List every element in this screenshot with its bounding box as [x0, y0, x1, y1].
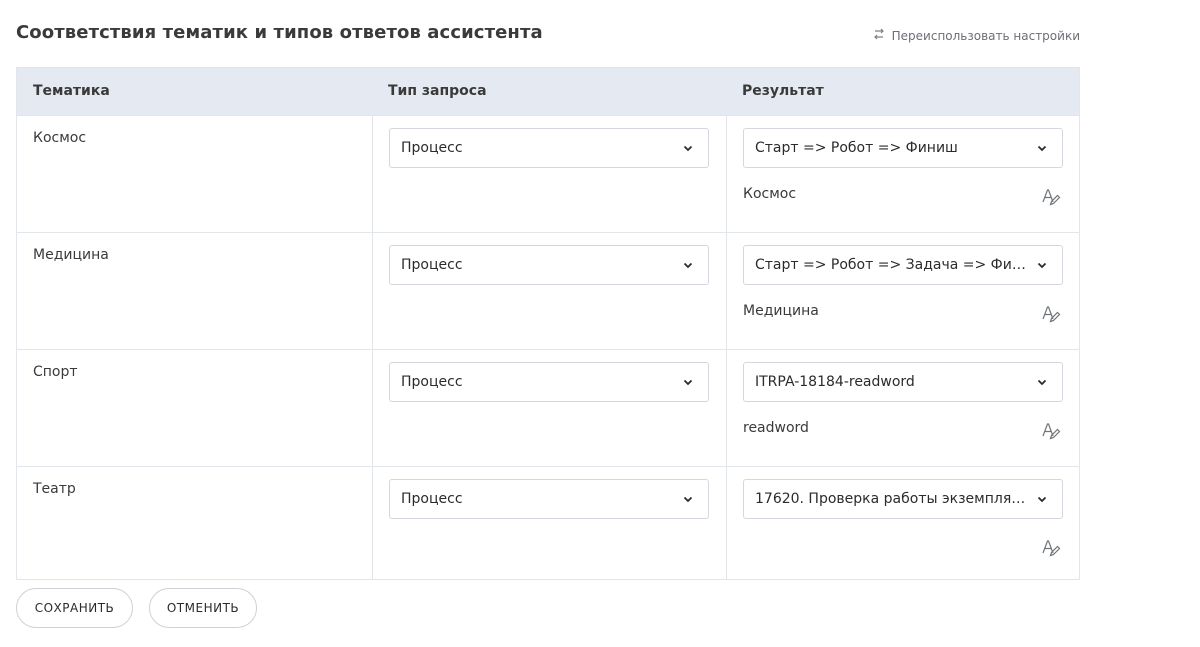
result-select[interactable]: ITRPA-18184-readword: [743, 362, 1063, 402]
result-value: Старт => Робот => Финиш: [755, 140, 958, 156]
result-select[interactable]: Старт => Робот => Задача => Финиш => IT: [743, 245, 1063, 285]
request-type-value: Процесс: [401, 140, 463, 156]
request-type-select[interactable]: Процесс: [389, 362, 709, 402]
chevron-down-icon: [683, 262, 693, 269]
table-row: Космос Процесс Старт => Робот => Финиш К…: [17, 115, 1079, 232]
text-edit-icon[interactable]: [1041, 304, 1061, 324]
chevron-down-icon: [1037, 379, 1047, 386]
table-header: Тематика Тип запроса Результат: [17, 68, 1079, 115]
text-edit-icon[interactable]: [1041, 538, 1061, 558]
topic-cell: Спорт: [33, 364, 78, 380]
request-type-select[interactable]: Процесс: [389, 479, 709, 519]
table-row: Театр Процесс 17620. Проверка работы экз…: [17, 466, 1079, 579]
result-select[interactable]: 17620. Проверка работы экземпляров: [743, 479, 1063, 519]
chevron-down-icon: [1037, 496, 1047, 503]
reuse-settings-link[interactable]: Переиспользовать настройки: [872, 27, 1080, 44]
chevron-down-icon: [1037, 145, 1047, 152]
topic-cell: Космос: [33, 130, 87, 146]
request-type-value: Процесс: [401, 374, 463, 390]
result-label: Медицина: [743, 303, 819, 319]
column-header-topic: Тематика: [33, 83, 110, 99]
column-header-request-type: Тип запроса: [388, 83, 487, 99]
topic-cell: Театр: [33, 481, 76, 497]
chevron-down-icon: [683, 145, 693, 152]
result-value: 17620. Проверка работы экземпляров: [755, 491, 1026, 507]
mapping-table: Тематика Тип запроса Результат Космос Пр…: [16, 67, 1080, 580]
result-label: readword: [743, 420, 809, 436]
table-row: Медицина Процесс Старт => Робот => Задач…: [17, 232, 1079, 349]
request-type-value: Процесс: [401, 491, 463, 507]
result-select[interactable]: Старт => Робот => Финиш: [743, 128, 1063, 168]
cancel-button[interactable]: ОТМЕНИТЬ: [149, 588, 257, 628]
chevron-down-icon: [683, 379, 693, 386]
request-type-select[interactable]: Процесс: [389, 245, 709, 285]
topic-cell: Медицина: [33, 247, 109, 263]
request-type-value: Процесс: [401, 257, 463, 273]
column-header-result: Результат: [742, 83, 824, 99]
result-label: Космос: [743, 186, 797, 202]
result-value: ITRPA-18184-readword: [755, 374, 915, 390]
text-edit-icon[interactable]: [1041, 421, 1061, 441]
save-button[interactable]: СОХРАНИТЬ: [16, 588, 133, 628]
chevron-down-icon: [1037, 262, 1047, 269]
page-title: Соответствия тематик и типов ответов асс…: [16, 22, 543, 43]
swap-arrows-icon: [872, 27, 886, 44]
text-edit-icon[interactable]: [1041, 187, 1061, 207]
chevron-down-icon: [683, 496, 693, 503]
table-row: Спорт Процесс ITRPA-18184-readword readw…: [17, 349, 1079, 466]
request-type-select[interactable]: Процесс: [389, 128, 709, 168]
reuse-settings-label: Переиспользовать настройки: [891, 28, 1080, 43]
result-value: Старт => Робот => Задача => Финиш => IT: [755, 257, 1026, 273]
